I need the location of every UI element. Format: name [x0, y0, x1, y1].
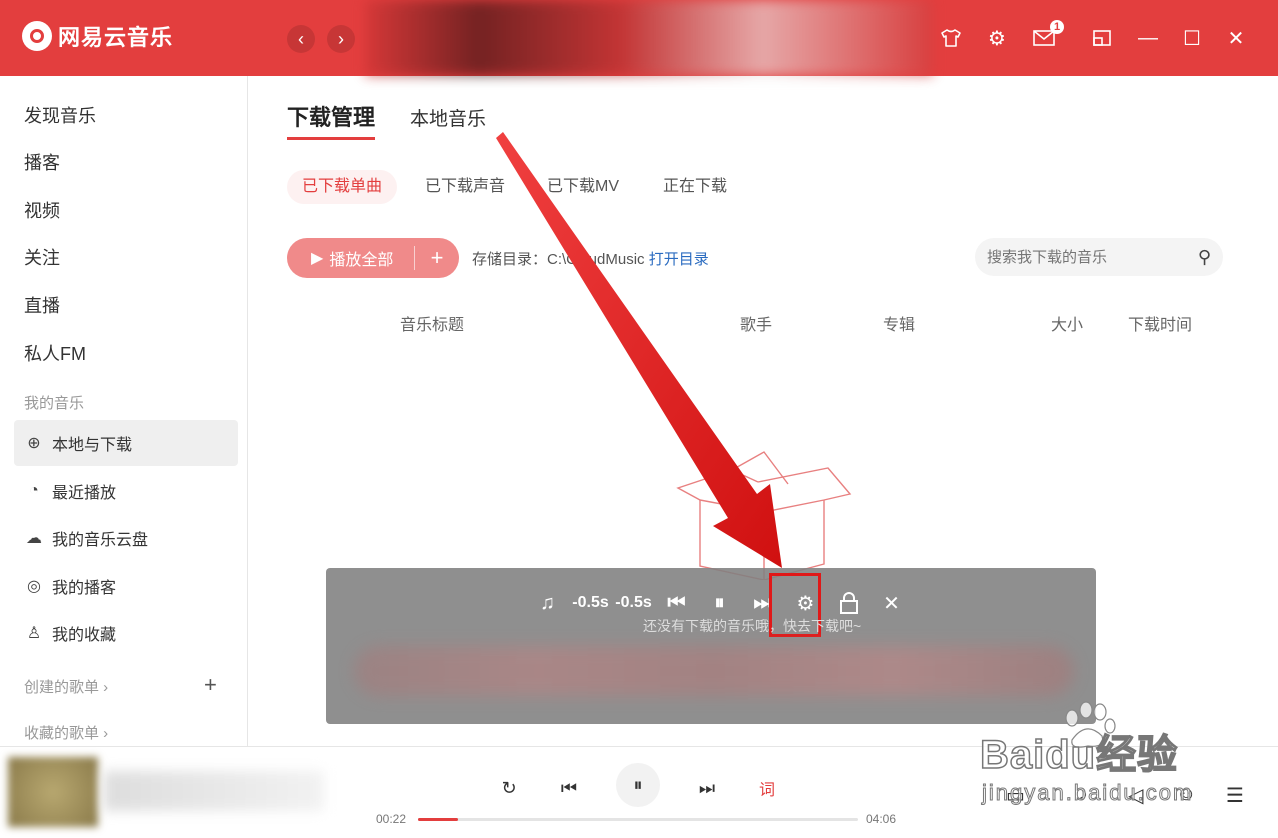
total-time: 04:06	[866, 812, 897, 826]
sidebar: 发现音乐 播客 视频 关注 直播 私人FM 我的音乐 ⊕ 本地与下载 ◔ 最近播…	[0, 76, 248, 746]
collected-playlists-title[interactable]: 收藏的歌单 ›	[24, 722, 108, 743]
sidebar-item-podcast[interactable]: 播客	[24, 149, 60, 175]
podcast-icon: ◎	[27, 578, 41, 595]
minimize-icon[interactable]: —	[1134, 24, 1162, 52]
skin-icon[interactable]	[937, 24, 965, 52]
sidebar-item-my-podcast[interactable]: ◎ 我的播客	[14, 563, 238, 609]
empty-state-text: 还没有下载的音乐哦，快去下载吧~	[643, 618, 862, 634]
subtab-sounds[interactable]: 已下载声音	[410, 170, 520, 204]
song-info-blurred	[104, 771, 324, 811]
mail-icon[interactable]: 1	[1030, 20, 1064, 52]
person-icon: ♙	[26, 625, 42, 642]
lyric-toolbar: ♫ -0.5s -0.5s ⏮ ⏸ ⏭ ⚙ ✕	[526, 588, 913, 618]
tab-underline	[287, 137, 375, 140]
column-download-time[interactable]: 下载时间	[1128, 311, 1192, 335]
cloud-icon: ☁	[26, 530, 42, 547]
app-name: 网易云音乐	[58, 25, 174, 50]
play-all-label: 播放全部	[329, 252, 394, 269]
blurred-region	[365, 0, 933, 76]
lyric-toggle-button[interactable]: 词	[752, 773, 782, 803]
subtab-songs[interactable]: 已下载单曲	[287, 170, 398, 204]
mini-mode-icon[interactable]	[1088, 24, 1116, 52]
lyric-offset-forward-button[interactable]: -0.5s	[612, 588, 655, 618]
album-cover[interactable]	[8, 757, 98, 827]
storage-path: 存储目录：C:\CloudMusic 打开目录	[472, 251, 709, 268]
download-icon: ⊕	[27, 435, 41, 452]
subtab-mv[interactable]: 已下载MV	[532, 170, 634, 204]
search-input[interactable]	[987, 248, 1198, 266]
add-all-icon[interactable]: +	[415, 245, 459, 271]
created-playlists-title[interactable]: 创建的歌单 ›	[24, 676, 108, 697]
sidebar-item-local-download[interactable]: ⊕ 本地与下载	[14, 420, 238, 466]
baidu-watermark: Baidu经验	[979, 732, 1179, 778]
lyric-offset-back-button[interactable]: -0.5s	[569, 588, 612, 618]
close-lyric-icon[interactable]: ✕	[870, 588, 913, 618]
tab-local-music[interactable]: 本地音乐	[410, 104, 486, 131]
tab-download-manage[interactable]: 下载管理	[287, 100, 375, 132]
sidebar-item-label: 最近播放	[52, 485, 117, 502]
lock-icon[interactable]	[827, 588, 870, 618]
settings-icon[interactable]: ⚙	[983, 24, 1011, 52]
pause-icon[interactable]: ⏸	[698, 588, 741, 618]
search-box[interactable]: ⚲	[975, 238, 1223, 276]
forward-button[interactable]: ›	[327, 25, 355, 53]
play-icon: ▶	[311, 250, 324, 267]
sidebar-item-cloud[interactable]: ☁ 我的音乐云盘	[14, 515, 238, 561]
back-button[interactable]: ‹	[287, 25, 315, 53]
play-all-button[interactable]: ▶ 播放全部 +	[287, 238, 459, 278]
title-bar: 网易云音乐 ‹ › ⚙ 1 — ☐ ✕	[0, 0, 1278, 76]
sidebar-item-fm[interactable]: 私人FM	[24, 340, 86, 366]
column-size[interactable]: 大小	[1051, 311, 1083, 335]
next-track-icon[interactable]: ⏭	[692, 773, 722, 803]
sidebar-item-favorites[interactable]: ♙ 我的收藏	[14, 610, 238, 656]
column-album[interactable]: 专辑	[883, 311, 915, 335]
lyric-text-blurred	[354, 646, 1074, 696]
progress-fill	[418, 818, 458, 821]
sidebar-item-label: 我的播客	[52, 580, 117, 597]
desktop-lyric-panel: ♫ -0.5s -0.5s ⏮ ⏸ ⏭ ⚙ ✕ 还没有下载的音乐哦，快去下载吧~	[326, 568, 1096, 724]
play-pause-button[interactable]: ⏸	[616, 763, 660, 807]
my-music-section-title: 我的音乐	[24, 395, 85, 412]
sidebar-item-follow[interactable]: 关注	[24, 244, 60, 270]
close-icon[interactable]: ✕	[1222, 24, 1250, 52]
previous-track-icon[interactable]: ⏮	[554, 773, 584, 803]
sidebar-item-discover[interactable]: 发现音乐	[24, 102, 96, 128]
app-logo[interactable]: 网易云音乐	[22, 20, 173, 52]
sidebar-item-live[interactable]: 直播	[24, 292, 60, 318]
progress-bar[interactable]	[418, 818, 858, 821]
maximize-icon[interactable]: ☐	[1178, 24, 1206, 52]
repeat-icon[interactable]: ↻	[494, 773, 524, 803]
sidebar-item-label: 本地与下载	[52, 437, 133, 454]
netease-logo-icon	[22, 21, 52, 51]
sidebar-item-label: 我的音乐云盘	[52, 532, 149, 549]
playlist-icon[interactable]: ☰	[1226, 783, 1244, 808]
previous-icon[interactable]: ⏮	[655, 588, 698, 618]
open-directory-link[interactable]: 打开目录	[649, 251, 709, 268]
search-icon[interactable]: ⚲	[1198, 247, 1211, 268]
column-title[interactable]: 音乐标题	[400, 311, 464, 335]
add-playlist-icon[interactable]: +	[204, 672, 217, 698]
empty-box-icon	[676, 451, 852, 580]
music-note-icon[interactable]: ♫	[526, 588, 569, 618]
history-icon: ◔	[29, 482, 39, 499]
sidebar-item-label: 我的收藏	[52, 627, 117, 644]
message-badge: 1	[1050, 20, 1064, 34]
sidebar-item-recent[interactable]: ◔ 最近播放	[14, 468, 238, 514]
current-time: 00:22	[376, 812, 407, 826]
subtab-downloading[interactable]: 正在下载	[648, 170, 742, 204]
baidu-watermark-url: jingyan.baidu.com	[981, 780, 1194, 806]
sidebar-item-video[interactable]: 视频	[24, 197, 60, 223]
column-artist[interactable]: 歌手	[740, 311, 772, 335]
